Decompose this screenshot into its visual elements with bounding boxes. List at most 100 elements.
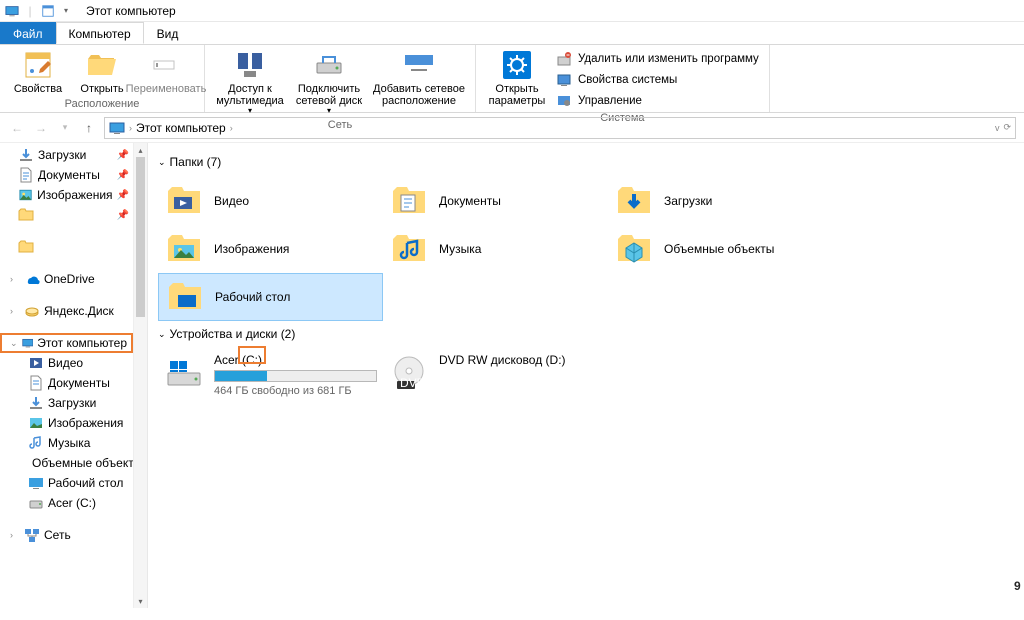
uninstall-icon <box>556 51 572 67</box>
nav-back-button[interactable]: ← <box>8 119 26 137</box>
folder-icon <box>614 229 654 269</box>
chevron-down-icon: ⌄ <box>158 329 166 340</box>
sidebar-item-this-pc[interactable]: ⌄ Этот компьютер <box>0 333 133 353</box>
sidebar-item-pictures[interactable]: Изображения📌 <box>0 185 133 205</box>
chevron-right-icon[interactable]: › <box>10 274 20 284</box>
pc-icon <box>109 120 125 136</box>
folders-section-header[interactable]: ⌄ Папки (7) <box>158 155 1014 169</box>
nav-sidebar: Загрузки📌 Документы📌 Изображения📌 📌 › <box>0 143 148 608</box>
pin-icon: 📌 <box>117 170 129 181</box>
item-icon <box>28 375 44 391</box>
netdrive-icon <box>313 49 345 81</box>
document-icon <box>18 167 34 183</box>
onedrive-icon <box>24 271 40 287</box>
open-settings-button[interactable]: Открыть параметры <box>482 47 552 109</box>
folder-item[interactable]: Музыка <box>383 225 608 273</box>
rename-button: Переименовать <box>134 47 198 97</box>
drive-icon: DVD <box>389 353 429 393</box>
drive-icon <box>164 353 204 393</box>
open-button[interactable]: Открыть <box>70 47 134 97</box>
item-icon <box>28 475 44 491</box>
sidebar-item-onedrive[interactable]: › OneDrive <box>0 269 133 289</box>
sidebar-item[interactable]: Загрузки <box>0 393 133 413</box>
folder-icon <box>614 181 654 221</box>
chevron-right-icon[interactable]: › <box>10 306 20 316</box>
scroll-thumb[interactable] <box>136 157 145 317</box>
item-icon <box>28 435 44 451</box>
uninstall-button[interactable]: Удалить или изменить программу <box>552 49 763 69</box>
pin-icon: 📌 <box>117 190 129 201</box>
folder-icon <box>165 277 205 317</box>
folder-item[interactable]: Рабочий стол <box>158 273 383 321</box>
highlight-box <box>238 346 266 364</box>
tab-computer[interactable]: Компьютер <box>56 22 144 44</box>
folder-icon <box>164 181 204 221</box>
scroll-down-icon[interactable]: ▾ <box>134 594 147 608</box>
folder-item[interactable]: Объемные объекты <box>608 225 833 273</box>
ribbon-group-network: Доступ к мультимедиа▾ Подключить сетевой… <box>205 45 476 112</box>
sidebar-item-network[interactable]: › Сеть <box>0 525 133 545</box>
sidebar-item[interactable]: Acer (C:) <box>0 493 133 513</box>
address-box[interactable]: › Этот компьютер › v ⟳ <box>104 117 1016 139</box>
folder-icon <box>18 207 34 223</box>
quick-access-toolbar: | ▾ <box>4 3 74 19</box>
chevron-right-icon[interactable]: › <box>10 530 20 540</box>
drive-item[interactable]: Acer (C:)464 ГБ свободно из 681 ГБ <box>158 349 383 401</box>
sysprops-icon <box>556 72 572 88</box>
manage-icon <box>556 93 572 109</box>
tab-file[interactable]: Файл <box>0 22 56 44</box>
qat-properties-icon[interactable] <box>40 3 56 19</box>
folder-item[interactable]: Документы <box>383 177 608 225</box>
drive-item[interactable]: DVDDVD RW дисковод (D:) <box>383 349 608 401</box>
sidebar-scrollbar[interactable]: ▴ ▾ <box>133 143 147 608</box>
chevron-down-icon[interactable]: ⌄ <box>10 338 18 349</box>
folder-open-icon <box>86 49 118 81</box>
manage-button[interactable]: Управление <box>552 91 763 111</box>
folder-item[interactable]: Загрузки <box>608 177 833 225</box>
pin-icon: 📌 <box>117 150 129 161</box>
sidebar-item-folder[interactable] <box>0 237 133 257</box>
sidebar-item-documents[interactable]: Документы📌 <box>0 165 133 185</box>
pc-icon <box>4 3 20 19</box>
properties-button[interactable]: Свойства <box>6 47 70 97</box>
storage-bar <box>214 370 377 382</box>
item-icon <box>28 415 44 431</box>
sidebar-item[interactable]: Объемные объекты <box>0 453 133 473</box>
media-access-button[interactable]: Доступ к мультимедиа▾ <box>211 47 289 118</box>
qat-sep: | <box>22 3 38 19</box>
add-network-button[interactable]: Добавить сетевое расположение <box>369 47 469 109</box>
folder-item[interactable]: Видео <box>158 177 383 225</box>
address-dropdown-icon[interactable]: v <box>995 123 1000 133</box>
chevron-down-icon: ⌄ <box>158 157 166 168</box>
ribbon-tabs: Файл Компьютер Вид <box>0 22 1024 45</box>
nav-recent-button[interactable]: ▾ <box>56 119 74 137</box>
properties-icon <box>22 49 54 81</box>
title-bar: | ▾ Этот компьютер <box>0 0 1024 22</box>
addnet-icon <box>403 49 435 81</box>
folder-item[interactable]: Изображения <box>158 225 383 273</box>
sidebar-item-downloads[interactable]: Загрузки📌 <box>0 145 133 165</box>
qat-dropdown-icon[interactable]: ▾ <box>58 3 74 19</box>
sidebar-item[interactable]: Изображения <box>0 413 133 433</box>
map-drive-button[interactable]: Подключить сетевой диск▾ <box>289 47 369 118</box>
tab-view[interactable]: Вид <box>144 22 192 44</box>
breadcrumb-root[interactable]: Этот компьютер <box>136 121 226 135</box>
folder-icon <box>18 239 34 255</box>
svg-text:DVD: DVD <box>400 376 426 390</box>
sidebar-item-folder[interactable]: 📌 <box>0 205 133 225</box>
nav-up-button[interactable]: ↑ <box>80 119 98 137</box>
refresh-icon[interactable]: ⟳ <box>1003 122 1011 133</box>
nav-forward-button[interactable]: → <box>32 119 50 137</box>
drives-section-header[interactable]: ⌄ Устройства и диски (2) <box>158 327 1014 341</box>
sidebar-item[interactable]: Рабочий стол <box>0 473 133 493</box>
sidebar-item-yandex[interactable]: › Яндекс.Диск <box>0 301 133 321</box>
sidebar-item[interactable]: Документы <box>0 373 133 393</box>
scroll-up-icon[interactable]: ▴ <box>134 143 147 157</box>
chevron-right-icon[interactable]: › <box>230 123 233 133</box>
window-title: Этот компьютер <box>86 4 176 18</box>
sidebar-item[interactable]: Музыка <box>0 433 133 453</box>
system-properties-button[interactable]: Свойства системы <box>552 70 763 90</box>
address-bar: ← → ▾ ↑ › Этот компьютер › v ⟳ <box>0 113 1024 143</box>
ribbon-group-location: Свойства Открыть Переименовать Расположе… <box>0 45 205 112</box>
sidebar-item[interactable]: Видео <box>0 353 133 373</box>
